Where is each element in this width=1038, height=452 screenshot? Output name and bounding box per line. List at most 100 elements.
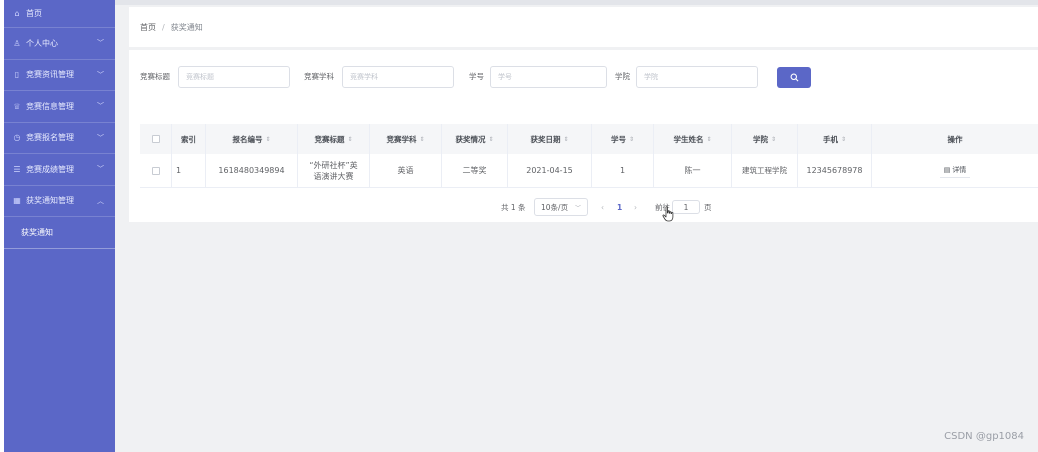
header-title[interactable]: 竞赛标题 ⇕ <box>298 124 370 154</box>
user-icon: ♙ <box>13 38 21 48</box>
search-form: 竞赛标题 竞赛学科 学号 学院 <box>129 66 1038 88</box>
header-phone[interactable]: 手机 ⇕ <box>798 124 872 154</box>
search-id-input[interactable] <box>490 66 607 88</box>
page-number-current[interactable]: 1 <box>617 198 622 216</box>
header-student-id[interactable]: 学号 ⇕ <box>592 124 654 154</box>
chevron-down-icon: ﹀ <box>97 39 104 48</box>
header-college[interactable]: 学院 ⇕ <box>732 124 798 154</box>
sort-icon: ⇕ <box>265 135 271 143</box>
breadcrumb: 首页 / 获奖通知 <box>129 7 1038 47</box>
chevron-down-icon: ﹀ <box>97 102 104 111</box>
grid-icon: ▦ <box>13 196 21 206</box>
search-college-label: 学院 <box>615 72 630 81</box>
detail-button[interactable]: ▤ 详情 <box>939 163 971 178</box>
sort-icon: ⇕ <box>488 135 494 143</box>
goto-input-wrap <box>672 198 700 216</box>
sidebar-item-label: 竞赛报名管理 <box>26 133 74 143</box>
main-area: 首页 / 获奖通知 竞赛标题 竞赛学科 学号 学院 索引 报名编号⇕ 竞赛标题⇕ <box>115 0 1038 452</box>
header-actions: 操作 <box>947 134 963 144</box>
cell-award: 二等奖 <box>442 154 508 187</box>
sidebar-item-registration[interactable]: ◷ 竞赛报名管理 ﹀ <box>4 123 115 154</box>
cell-student-id: 1 <box>592 154 654 187</box>
sidebar: ⌂ 首页 ♙ 个人中心 ﹀ ▯ 竞赛资讯管理 ﹀ ♕ 竞赛信息管理 ﹀ ◷ 竞赛… <box>4 0 115 452</box>
cell-index: 1 <box>172 154 206 187</box>
sidebar-item-label: 竞赛资讯管理 <box>26 70 74 80</box>
cell-name: 陈一 <box>654 154 732 187</box>
cell-date: 2021-04-15 <box>508 154 592 187</box>
sidebar-item-label: 竞赛信息管理 <box>26 101 74 111</box>
cell-title: “外研社杯”英语演讲大赛 <box>298 154 370 187</box>
sidebar-item-competition-info[interactable]: ♕ 竞赛信息管理 ﹀ <box>4 91 115 123</box>
sidebar-subitem-award-notice[interactable]: 获奖通知 <box>4 217 115 249</box>
search-college-input[interactable] <box>636 66 758 88</box>
cell-college: 建筑工程学院 <box>732 154 798 187</box>
breadcrumb-home[interactable]: 首页 <box>140 22 156 33</box>
cell-phone: 12345678978 <box>798 154 872 187</box>
top-bar <box>115 0 1038 5</box>
header-name[interactable]: 学生姓名 ⇕ <box>654 124 732 154</box>
page-size-select[interactable]: 10条/页 ﹀ <box>534 198 588 216</box>
content-card: 竞赛标题 竞赛学科 学号 学院 索引 报名编号⇕ 竞赛标题⇕ 竞赛学科⇕ 获奖情… <box>129 50 1038 222</box>
row-checkbox-cell <box>140 154 172 187</box>
watermark: CSDN @gp1084 <box>944 431 1024 442</box>
search-title-label: 竞赛标题 <box>140 72 170 81</box>
data-table: 索引 报名编号 ⇕ 竞赛标题 ⇕ 竞赛学科 ⇕ 获奖情况 ⇕ 获奖日期 ⇕ 学号 ⇕ 学生姓… <box>140 124 1038 188</box>
pagination-total: 共 1 条 <box>501 202 526 212</box>
document-icon: ▤ <box>943 166 951 174</box>
sidebar-subitem-label: 获奖通知 <box>21 228 53 237</box>
sidebar-item-label: 首页 <box>26 9 42 18</box>
search-title-input[interactable] <box>178 66 290 88</box>
goto-unit: 页 <box>704 202 712 212</box>
header-subject[interactable]: 竞赛学科 ⇕ <box>370 124 442 154</box>
header-date[interactable]: 获奖日期 ⇕ <box>508 124 592 154</box>
sidebar-item-label: 获奖通知管理 <box>26 196 74 206</box>
chevron-up-icon: ︿ <box>97 196 104 205</box>
goto-page-input[interactable] <box>672 200 700 214</box>
sidebar-item-personal-center[interactable]: ♙ 个人中心 ﹀ <box>4 28 115 60</box>
sidebar-item-scores[interactable]: ☰ 竞赛成绩管理 ﹀ <box>4 154 115 186</box>
sort-icon: ⇕ <box>770 135 777 143</box>
sidebar-item-news[interactable]: ▯ 竞赛资讯管理 ﹀ <box>4 60 115 91</box>
search-button[interactable] <box>777 67 811 88</box>
chevron-down-icon: ﹀ <box>97 70 104 79</box>
clock-icon: ◷ <box>13 133 21 143</box>
row-checkbox[interactable] <box>151 166 160 175</box>
trophy-icon: ♕ <box>13 101 21 111</box>
cell-subject: 英语 <box>370 154 442 187</box>
sort-icon: ⇕ <box>628 135 635 143</box>
select-all-checkbox-cell <box>140 124 172 154</box>
chevron-down-icon: ﹀ <box>574 204 581 212</box>
table-header: 索引 报名编号 ⇕ 竞赛标题 ⇕ 竞赛学科 ⇕ 获奖情况 ⇕ 获奖日期 ⇕ 学号 ⇕ 学生姓… <box>140 124 1038 154</box>
table-row: 1 1618480349894 “外研社杯”英语演讲大赛 英语 二等奖 2021… <box>140 154 1038 188</box>
search-icon <box>790 73 798 82</box>
sidebar-item-label: 个人中心 <box>26 38 58 48</box>
info-icon: ▯ <box>14 70 20 80</box>
sidebar-item-label: 竞赛成绩管理 <box>26 164 74 174</box>
select-all-checkbox[interactable] <box>151 135 160 143</box>
next-page-icon[interactable]: › <box>634 198 637 216</box>
search-subject-label: 竞赛学科 <box>304 72 334 81</box>
sort-icon: ⇕ <box>706 135 712 143</box>
header-award[interactable]: 获奖情况 ⇕ <box>442 124 508 154</box>
prev-page-icon[interactable]: ‹ <box>601 198 604 216</box>
list-icon: ☰ <box>13 164 21 174</box>
header-index: 索引 <box>172 124 206 154</box>
cell-actions: ▤ 详情 <box>872 154 1038 187</box>
search-id-label: 学号 <box>469 72 484 81</box>
pagination: 共 1 条 10条/页 ﹀ ‹ 1 › 前往 页 <box>129 198 1038 216</box>
cell-reg-no: 1618480349894 <box>206 154 298 187</box>
hand-cursor-icon <box>662 206 674 222</box>
header-reg-no[interactable]: 报名编号 ⇕ <box>206 124 298 154</box>
sort-icon: ⇕ <box>347 135 353 143</box>
sidebar-item-award-notice[interactable]: ▦ 获奖通知管理 ︿ <box>4 186 115 217</box>
home-icon: ⌂ <box>14 9 20 18</box>
sidebar-item-home[interactable]: ⌂ 首页 <box>4 0 115 28</box>
chevron-down-icon: ﹀ <box>97 165 104 174</box>
breadcrumb-current: 获奖通知 <box>170 22 203 32</box>
search-subject-input[interactable] <box>342 66 454 88</box>
breadcrumb-separator: / <box>162 22 165 32</box>
sort-icon: ⇕ <box>419 135 425 143</box>
sort-icon: ⇕ <box>840 135 847 143</box>
sort-icon: ⇕ <box>563 135 569 143</box>
chevron-down-icon: ﹀ <box>97 133 104 142</box>
